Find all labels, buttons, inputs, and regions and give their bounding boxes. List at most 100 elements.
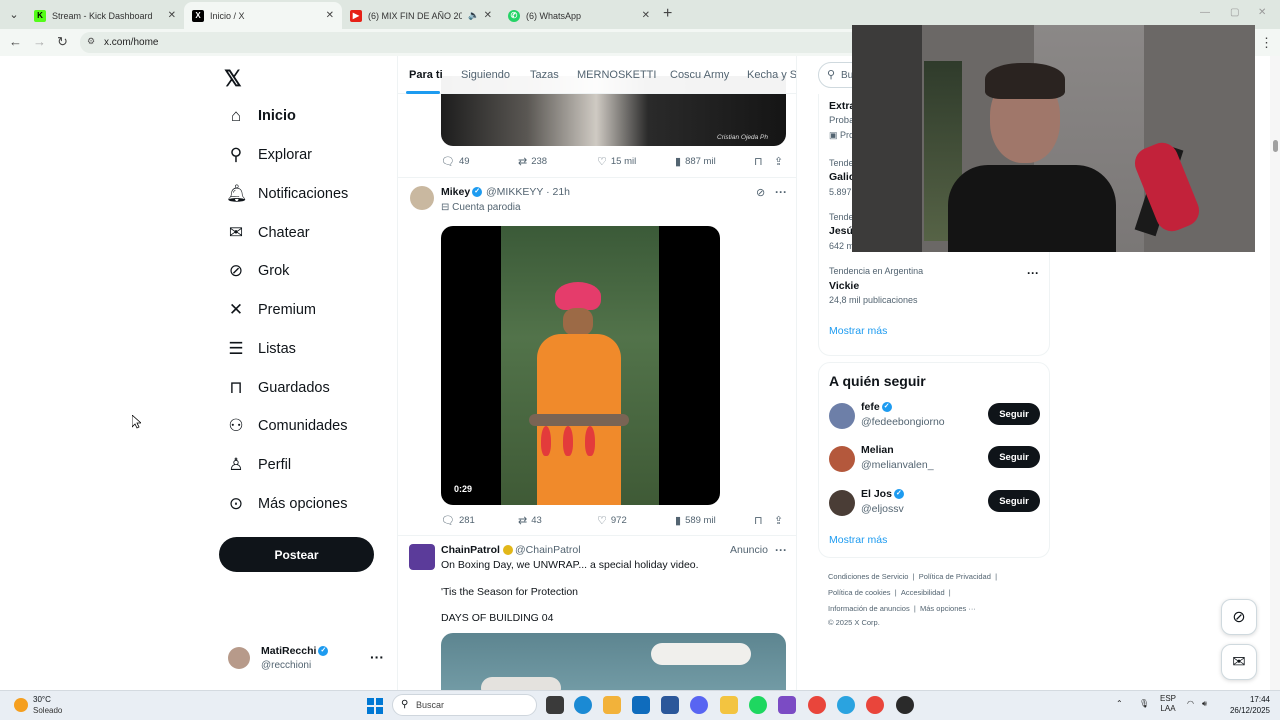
footer-link-terms[interactable]: Condiciones de Servicio: [828, 572, 908, 581]
post-more-icon[interactable]: ···: [775, 543, 787, 557]
follow-button[interactable]: Seguir: [988, 490, 1040, 512]
close-tab-icon[interactable]: ✕: [642, 10, 650, 21]
trend-more-icon[interactable]: ···: [1027, 266, 1039, 280]
file-explorer-icon[interactable]: [720, 696, 738, 714]
close-window-icon[interactable]: ✕: [1258, 7, 1266, 18]
repost-button[interactable]: ⇄ 238: [518, 155, 547, 168]
browser-tab-whatsapp[interactable]: ✆ (6) WhatsApp ✕: [500, 2, 658, 29]
footer-link-privacy[interactable]: Política de Privacidad: [919, 572, 991, 581]
footer-link-cookies[interactable]: Política de cookies: [828, 588, 891, 597]
browser-tab-kick[interactable]: K Stream - Kick Dashboard ✕: [26, 2, 184, 29]
tab-mernosketti[interactable]: MERNOSKETTI: [577, 69, 656, 81]
page-scrollbar[interactable]: [1270, 56, 1280, 690]
like-button[interactable]: ♡ 15 mil: [597, 155, 636, 168]
spotify-icon[interactable]: [749, 696, 767, 714]
show-more-follow-link[interactable]: Mostrar más: [829, 534, 887, 546]
more-icon[interactable]: ···: [370, 649, 384, 665]
suggestion-name[interactable]: El Jos ✓: [861, 488, 904, 500]
avatar[interactable]: [829, 403, 855, 429]
close-tab-icon[interactable]: ✕: [326, 10, 334, 21]
tab-coscu-army[interactable]: Coscu Army: [670, 69, 729, 81]
minimize-icon[interactable]: —: [1200, 7, 1210, 18]
store-icon[interactable]: [603, 696, 621, 714]
discord-icon[interactable]: [690, 696, 708, 714]
volume-icon[interactable]: 🔊︎: [1202, 699, 1207, 709]
browser-tab-x[interactable]: X Inicio / X ✕: [184, 2, 342, 29]
close-tab-icon[interactable]: ✕: [168, 10, 176, 21]
footer-link-ads-info[interactable]: Información de anuncios: [828, 604, 910, 613]
sidebar-item-perfil[interactable]: ♙ Perfil: [226, 452, 291, 478]
share-button[interactable]: ⇪: [774, 155, 787, 168]
follow-suggestion[interactable]: Melian @melianvalen_ Seguir: [829, 440, 1041, 480]
sidebar-item-comunidades[interactable]: ⚇ Comunidades: [226, 413, 347, 439]
app-icon[interactable]: [778, 696, 796, 714]
sidebar-item-notificaciones[interactable]: 🔔︎ Notificaciones: [226, 181, 348, 207]
sidebar-item-premium[interactable]: ✕ Premium: [226, 297, 316, 323]
browser-menu-icon[interactable]: ⋮: [1260, 35, 1273, 51]
tab-search-button[interactable]: ⌄: [4, 5, 24, 23]
repost-button[interactable]: ⇄ 43: [518, 514, 542, 527]
follow-suggestion[interactable]: fefe ✓ @fedeebongiorno Seguir: [829, 397, 1041, 437]
footer-link-accessibility[interactable]: Accesibilidad: [901, 588, 945, 597]
obs-icon[interactable]: [896, 696, 914, 714]
account-switcher[interactable]: MatiRecchi ✓ @recchioni ···: [226, 642, 386, 676]
post-button[interactable]: Postear: [219, 537, 374, 572]
tab-tazas[interactable]: Tazas: [530, 69, 559, 81]
tab-kecha[interactable]: Kecha y Sc: [747, 69, 796, 81]
url-text[interactable]: x.com/home: [104, 37, 158, 48]
x-logo-icon[interactable]: 𝕏: [224, 66, 242, 92]
bookmark-button[interactable]: ⊓: [754, 514, 767, 527]
site-info-icon[interactable]: ⚙: [87, 36, 95, 47]
post-image[interactable]: [441, 633, 786, 690]
suggestion-name[interactable]: Melian: [861, 444, 894, 456]
browser-tab-youtube[interactable]: ▶ (6) MIX FIN DE AÑO 2025 | 🔈 ✕: [342, 2, 500, 29]
tab-siguiendo[interactable]: Siguiendo: [461, 69, 510, 81]
trend-name[interactable]: Vickie: [829, 280, 859, 292]
footer-link-more[interactable]: Más opciones ···: [920, 604, 976, 613]
share-button[interactable]: ⇪: [774, 514, 787, 527]
messages-fab-icon[interactable]: ✉: [1221, 644, 1257, 680]
post-author-name[interactable]: Mikey ✓: [441, 186, 483, 198]
sidebar-item-explorar[interactable]: ⚲ Explorar: [226, 142, 312, 168]
grok-post-icon[interactable]: ⊘: [756, 186, 765, 199]
outlook-icon[interactable]: [632, 696, 650, 714]
close-tab-icon[interactable]: ✕: [484, 10, 492, 21]
weather-sun-icon[interactable]: [14, 698, 28, 712]
speaker-icon[interactable]: 🔈: [468, 10, 479, 21]
follow-suggestion[interactable]: El Jos ✓ @eljossv Seguir: [829, 484, 1041, 524]
suggestion-name[interactable]: fefe ✓: [861, 401, 892, 413]
taskbar-search[interactable]: ⚲ Buscar: [392, 694, 537, 716]
show-more-trends-link[interactable]: Mostrar más: [829, 325, 887, 337]
maximize-icon[interactable]: ▢: [1230, 7, 1239, 18]
grok-fab-icon[interactable]: ⊘: [1221, 599, 1257, 635]
word-icon[interactable]: [661, 696, 679, 714]
sidebar-item-guardados[interactable]: ⊓ Guardados: [226, 375, 329, 401]
tab-para-ti[interactable]: Para ti: [409, 69, 443, 81]
windows-start-icon[interactable]: [367, 698, 383, 714]
forward-icon[interactable]: →: [33, 34, 46, 49]
views-button[interactable]: ▮ 589 mil: [675, 514, 716, 527]
trend-name[interactable]: Galic: [829, 171, 855, 183]
post-more-icon[interactable]: ···: [775, 185, 787, 199]
chrome-profile-icon[interactable]: [866, 696, 884, 714]
scrollbar-thumb[interactable]: [1273, 140, 1278, 152]
chrome-icon[interactable]: [808, 696, 826, 714]
post-author-handle[interactable]: @MIKKEYY · 21h: [486, 186, 570, 198]
like-button[interactable]: ♡ 972: [597, 514, 627, 527]
avatar[interactable]: [829, 490, 855, 516]
reply-button[interactable]: 🗨︎ 49: [441, 155, 470, 168]
follow-button[interactable]: Seguir: [988, 403, 1040, 425]
avatar[interactable]: [410, 186, 434, 210]
sidebar-item-chatear[interactable]: ✉ Chatear: [226, 220, 310, 246]
post-video[interactable]: 0:29: [441, 226, 720, 505]
sidebar-item-grok[interactable]: ⊘ Grok: [226, 258, 290, 284]
task-view-icon[interactable]: [546, 696, 564, 714]
post-author-name[interactable]: ChainPatrol: [441, 544, 513, 556]
microphone-icon[interactable]: 🎙︎: [1139, 699, 1149, 708]
post-author-handle[interactable]: @ChainPatrol: [515, 544, 581, 556]
bookmark-button[interactable]: ⊓: [754, 155, 767, 168]
avatar[interactable]: [829, 446, 855, 472]
weather-condition[interactable]: Soleado: [33, 706, 62, 715]
avatar[interactable]: [409, 544, 435, 570]
language-indicator[interactable]: ESP LAA: [1160, 694, 1176, 714]
